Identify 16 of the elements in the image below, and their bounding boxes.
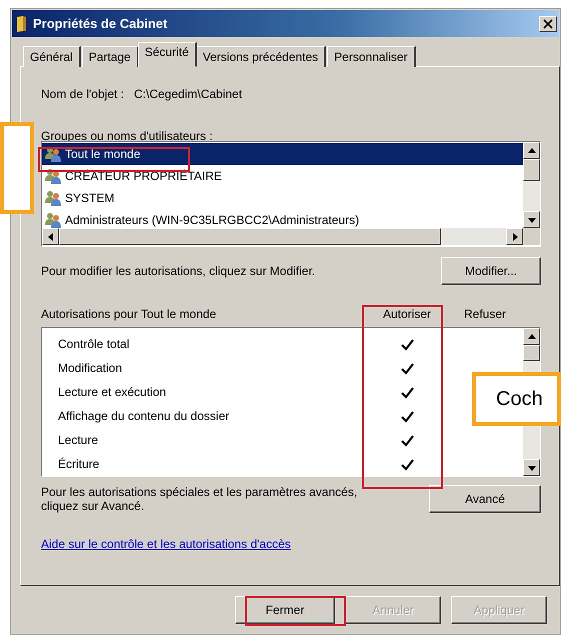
permission-name: Lecture bbox=[57, 433, 98, 447]
advanced-hint: Pour les autorisations spéciales et les paramètres avancés, cliquez sur Avancé. bbox=[41, 485, 358, 513]
groups-label: Groupes ou noms d'utilisateurs : bbox=[41, 129, 214, 145]
window-title: Propriétés de Cabinet bbox=[33, 16, 168, 31]
permission-name: Modification bbox=[57, 361, 122, 375]
annotation-tooltip: Coch bbox=[472, 372, 561, 426]
permission-name: Contrôle total bbox=[57, 337, 130, 351]
permission-name: Lecture et exécution bbox=[57, 385, 166, 399]
column-header: Autoriser bbox=[382, 307, 432, 321]
permission-name: Écriture bbox=[57, 457, 100, 471]
object-path: C:\Cegedim\Cabinet bbox=[134, 87, 242, 103]
column-header: Refuser bbox=[462, 307, 508, 321]
modify-hint: Pour modifier les autorisations, cliquez sur Modifier. bbox=[41, 264, 316, 278]
permissions-label: Autorisations pour Tout le monde bbox=[41, 307, 218, 321]
object-name-label: Nom de l'objet : bbox=[41, 87, 124, 103]
permission-name: Affichage du contenu du dossier bbox=[57, 409, 230, 423]
